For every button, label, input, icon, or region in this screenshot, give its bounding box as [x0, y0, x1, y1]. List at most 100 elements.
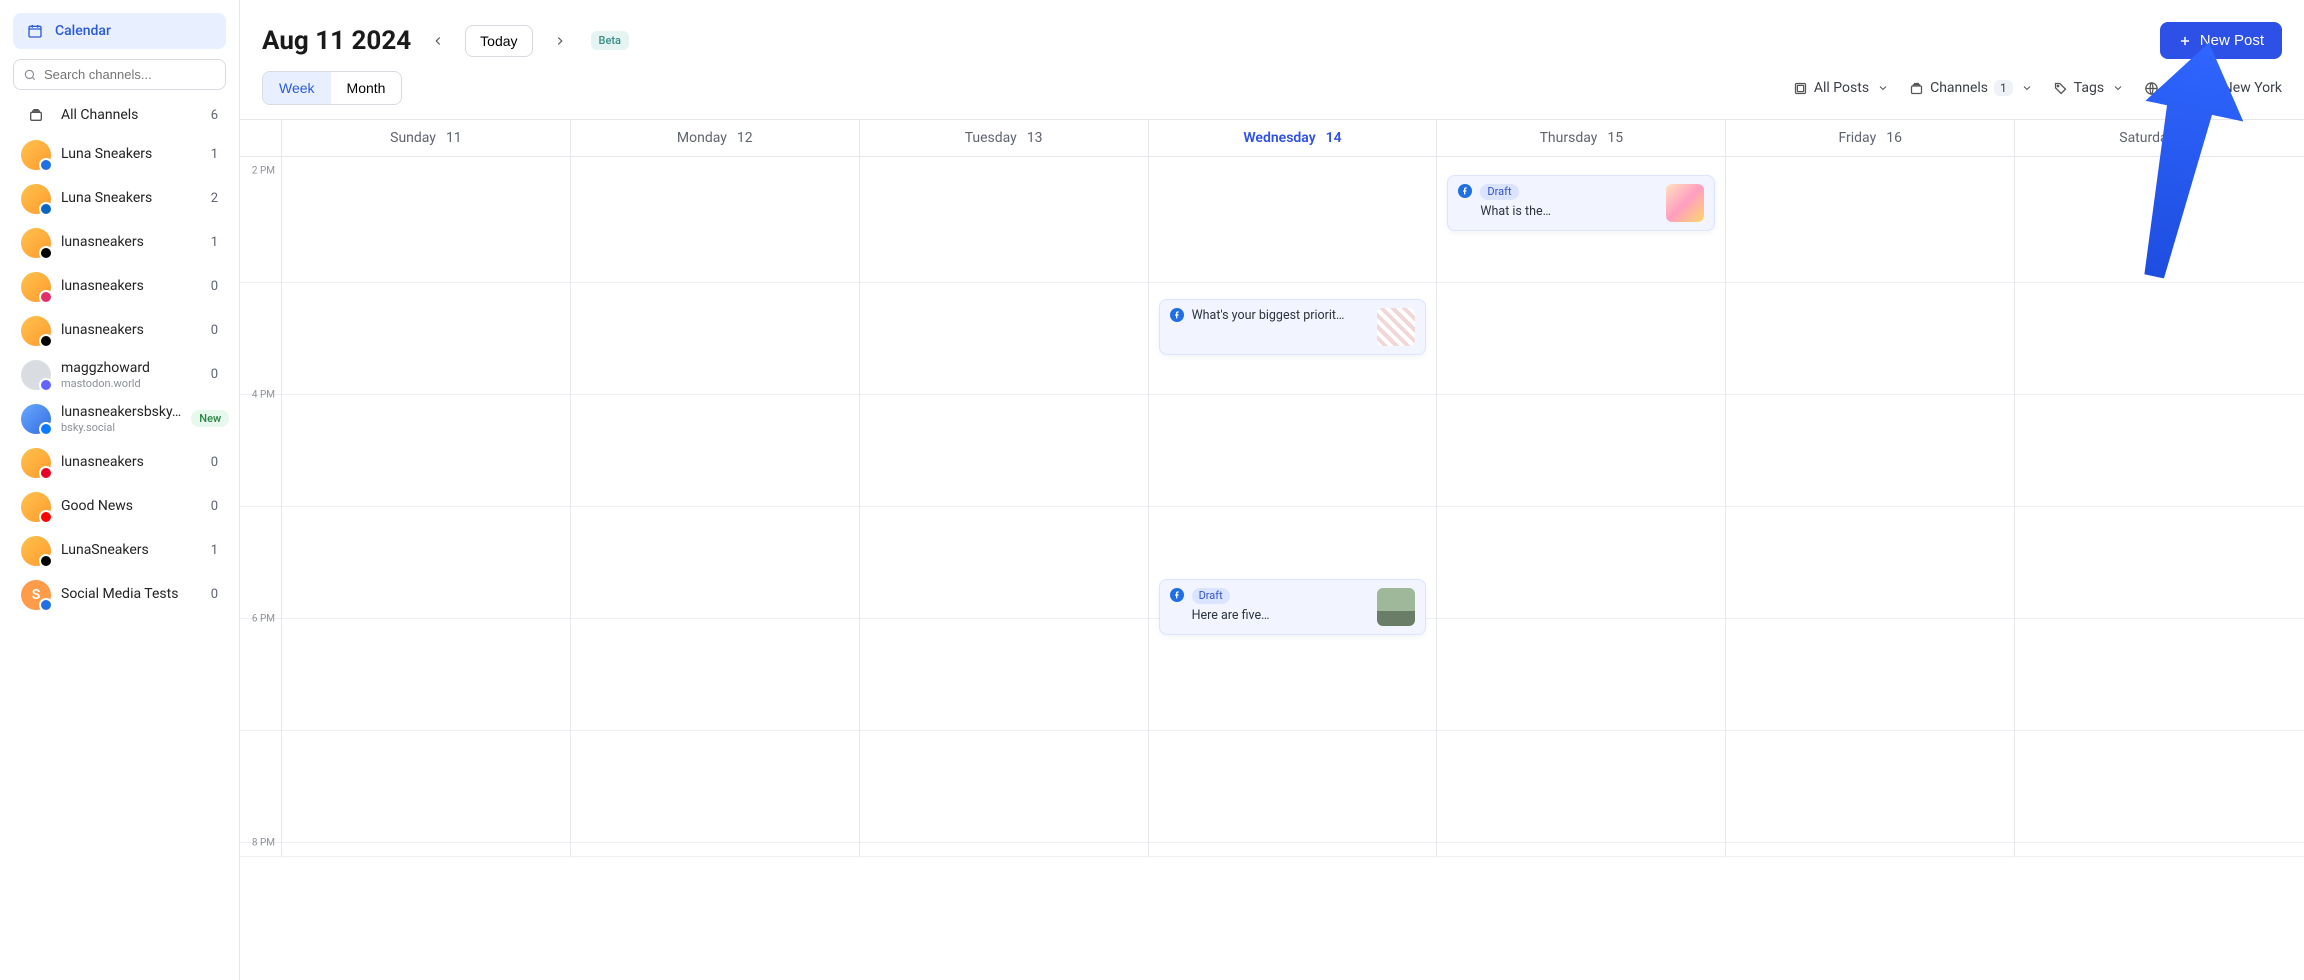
avatar	[21, 228, 51, 258]
facebook-icon	[1458, 184, 1472, 198]
channel-count: 0	[211, 587, 218, 602]
sidebar-item-channel[interactable]: Luna Sneakers1	[13, 133, 226, 177]
day-name: Monday	[677, 130, 727, 146]
sidebar-item-channel[interactable]: maggzhowardmastodon.world0	[13, 353, 226, 397]
sidebar: Calendar All Channels 6 Luna Sneakers1Lu…	[0, 0, 240, 980]
calendar-body[interactable]: 2 PM4 PM6 PM8 PM What's your biggest pri…	[240, 157, 2304, 980]
channel-name: lunasneakers	[61, 454, 201, 471]
day-date: 16	[1886, 130, 1902, 146]
draft-badge: Draft	[1480, 184, 1518, 200]
avatar	[21, 448, 51, 478]
channels-icon	[1909, 81, 1924, 96]
globe-icon	[2144, 81, 2159, 96]
day-header[interactable]: Monday 12	[571, 120, 860, 156]
day-column[interactable]	[282, 157, 571, 857]
facebook-icon	[39, 158, 53, 172]
sidebar-item-all-channels[interactable]: All Channels 6	[13, 100, 226, 131]
today-button[interactable]: Today	[465, 25, 532, 57]
day-column[interactable]: What's your biggest priorit… DraftHere ar…	[1149, 157, 1438, 857]
sidebar-item-channel[interactable]: lunasneakersbsky…bsky.socialNew	[13, 397, 226, 441]
hour-label: 8 PM	[252, 838, 275, 849]
day-date: 14	[1326, 130, 1342, 146]
channel-count: 0	[211, 323, 218, 338]
page-title: Aug 11 2024	[262, 26, 411, 56]
event-thumbnail	[1377, 308, 1415, 346]
event-text: What's your biggest priorit…	[1192, 308, 1345, 323]
day-name: Thursday	[1540, 130, 1598, 146]
event-thumbnail	[1666, 184, 1704, 222]
day-header[interactable]: Thursday15	[1437, 120, 1726, 156]
channel-count: 0	[211, 279, 218, 294]
day-column[interactable]	[571, 157, 860, 857]
filter-channels[interactable]: Channels 1	[1909, 80, 2033, 96]
channel-count: 0	[211, 499, 218, 514]
day-column[interactable]	[2015, 157, 2304, 857]
sidebar-item-channel[interactable]: lunasneakers 0	[13, 441, 226, 485]
day-column[interactable]: DraftWhat is the…	[1437, 157, 1726, 857]
chevron-left-icon	[431, 34, 445, 48]
threads-icon	[39, 246, 53, 260]
toolbar: Week Month All Posts Channels 1 Tags Ame…	[240, 71, 2304, 119]
sidebar-item-channel[interactable]: Good News 0	[13, 485, 226, 529]
calendar-header-row: Sunday11 Monday 12 Tuesday13 Wednesday 14 Thur…	[240, 120, 2304, 157]
day-column[interactable]	[860, 157, 1149, 857]
view-month-button[interactable]: Month	[331, 72, 402, 104]
timezone-selector[interactable]: America/New York	[2144, 80, 2282, 96]
day-date: 12	[737, 130, 753, 146]
sidebar-item-channel[interactable]: lunasneakers 1	[13, 221, 226, 265]
channel-name: lunasneakersbsky…	[61, 404, 181, 421]
view-week-button[interactable]: Week	[263, 72, 331, 104]
channel-count: 0	[211, 455, 218, 470]
search-icon	[23, 68, 37, 82]
main: Aug 11 2024 Today Beta New Post Week Mon…	[240, 0, 2304, 980]
avatar: S	[21, 580, 51, 610]
day-header[interactable]: Friday 16	[1726, 120, 2015, 156]
sidebar-item-channel[interactable]: LunaSneakers1	[13, 529, 226, 573]
next-week-button[interactable]	[545, 26, 575, 56]
sidebar-item-channel[interactable]: S Social Media Tests 0	[13, 573, 226, 617]
calendar-icon	[27, 23, 43, 39]
sidebar-item-channel[interactable]: lunasneakers0	[13, 309, 226, 353]
new-post-button[interactable]: New Post	[2160, 22, 2282, 59]
day-header[interactable]: Tuesday13	[860, 120, 1149, 156]
search-input[interactable]	[13, 59, 226, 90]
sidebar-calendar-button[interactable]: Calendar	[13, 13, 226, 49]
day-name: Wednesday	[1243, 130, 1315, 146]
day-header[interactable]: Sunday11	[282, 120, 571, 156]
youtube-icon	[39, 510, 53, 524]
filter-channels-count: 1	[1994, 80, 2013, 96]
prev-week-button[interactable]	[423, 26, 453, 56]
day-name: Friday	[1838, 130, 1876, 146]
channel-name: Good News	[61, 498, 201, 515]
instagram-icon	[39, 290, 53, 304]
filter-tags[interactable]: Tags	[2053, 80, 2124, 96]
channel-name: LunaSneakers	[61, 542, 201, 559]
day-name: Tuesday	[965, 130, 1017, 146]
calendar-event[interactable]: DraftHere are five…	[1159, 579, 1427, 635]
channel-name: lunasneakers	[61, 234, 201, 251]
calendar-event[interactable]: DraftWhat is the…	[1447, 175, 1715, 231]
x-icon	[39, 554, 53, 568]
calendar-event[interactable]: What's your biggest priorit…	[1159, 299, 1427, 355]
hour-label: 4 PM	[252, 390, 275, 401]
tiktok-icon	[39, 334, 53, 348]
channel-subtitle: mastodon.world	[61, 377, 201, 390]
view-toggle: Week Month	[262, 71, 402, 105]
avatar	[21, 316, 51, 346]
day-header[interactable]: Saturday17	[2015, 120, 2304, 156]
channel-count: 0	[211, 367, 218, 382]
day-column[interactable]	[1726, 157, 2015, 857]
facebook-icon	[1170, 308, 1184, 322]
channel-count: 1	[211, 235, 218, 250]
chevron-down-icon	[1877, 82, 1889, 94]
day-header[interactable]: Wednesday 14	[1149, 120, 1438, 156]
filter-all-posts[interactable]: All Posts	[1793, 80, 1889, 96]
timezone-label: America/New York	[2165, 80, 2282, 96]
new-post-label: New Post	[2200, 32, 2264, 49]
channel-name: Social Media Tests	[61, 586, 201, 603]
sidebar-item-channel[interactable]: lunasneakers0	[13, 265, 226, 309]
mastodon-icon	[39, 378, 53, 392]
chevron-down-icon	[2021, 82, 2033, 94]
sidebar-item-channel[interactable]: Luna Sneakers2	[13, 177, 226, 221]
event-thumbnail	[1377, 588, 1415, 626]
